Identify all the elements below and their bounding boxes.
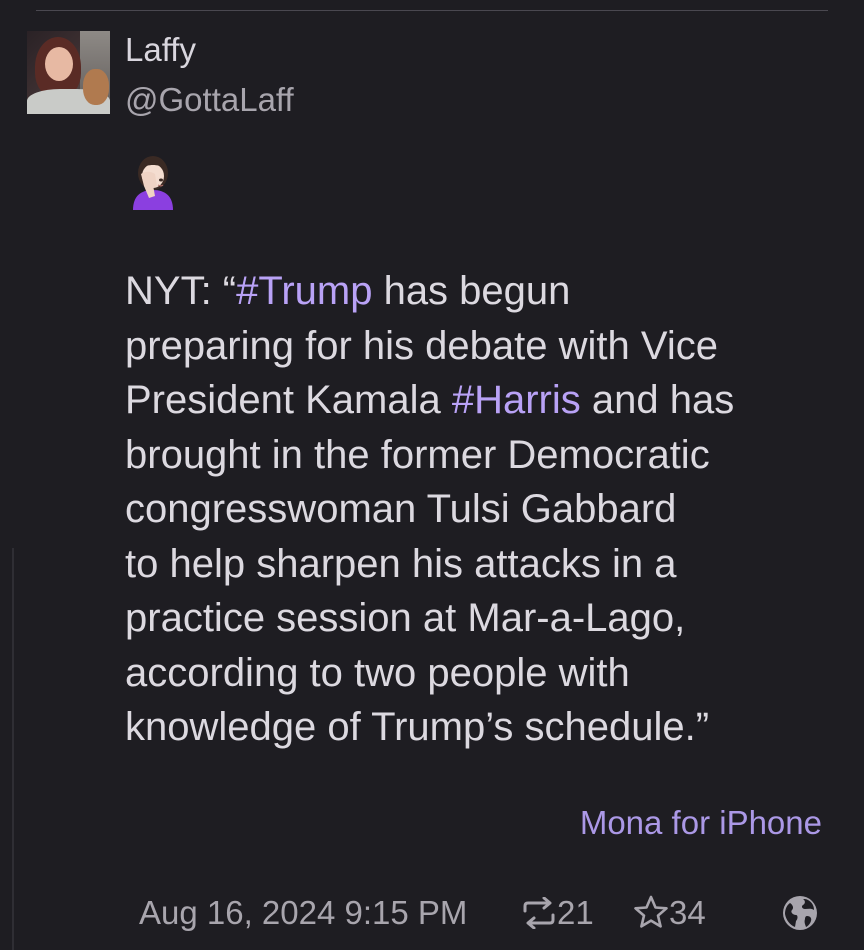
boost-count: 21 — [557, 894, 594, 931]
post-body: NYT: “#Trump has begun preparing for his… — [125, 264, 845, 755]
post-content: NYT: “#Trump has begun preparing for his… — [125, 150, 845, 755]
post-text: and has brought in the former Democratic… — [125, 378, 735, 749]
top-divider — [36, 10, 828, 11]
timestamp[interactable]: Aug 16, 2024 9:15 PM — [139, 891, 467, 935]
globe-icon[interactable] — [781, 894, 819, 932]
author-display-name[interactable]: Laffy — [125, 30, 196, 70]
favorite-count-button[interactable]: 34 — [633, 891, 706, 935]
post-text: NYT: “ — [125, 269, 237, 313]
hashtag-trump-link[interactable]: #Trump — [236, 269, 372, 313]
favorite-count: 34 — [669, 894, 706, 931]
facepalm-emoji-icon — [133, 156, 173, 210]
boost-count-button[interactable]: 21 — [521, 891, 594, 935]
hashtag-harris-link[interactable]: #Harris — [452, 378, 581, 422]
avatar[interactable] — [27, 31, 110, 114]
star-icon — [634, 895, 668, 928]
client-link[interactable]: Mona for iPhone — [580, 803, 822, 843]
thread-line — [12, 548, 14, 950]
author-handle[interactable]: @GottaLaff — [125, 80, 294, 120]
repeat-icon — [523, 896, 555, 930]
emoji-line — [125, 150, 845, 210]
